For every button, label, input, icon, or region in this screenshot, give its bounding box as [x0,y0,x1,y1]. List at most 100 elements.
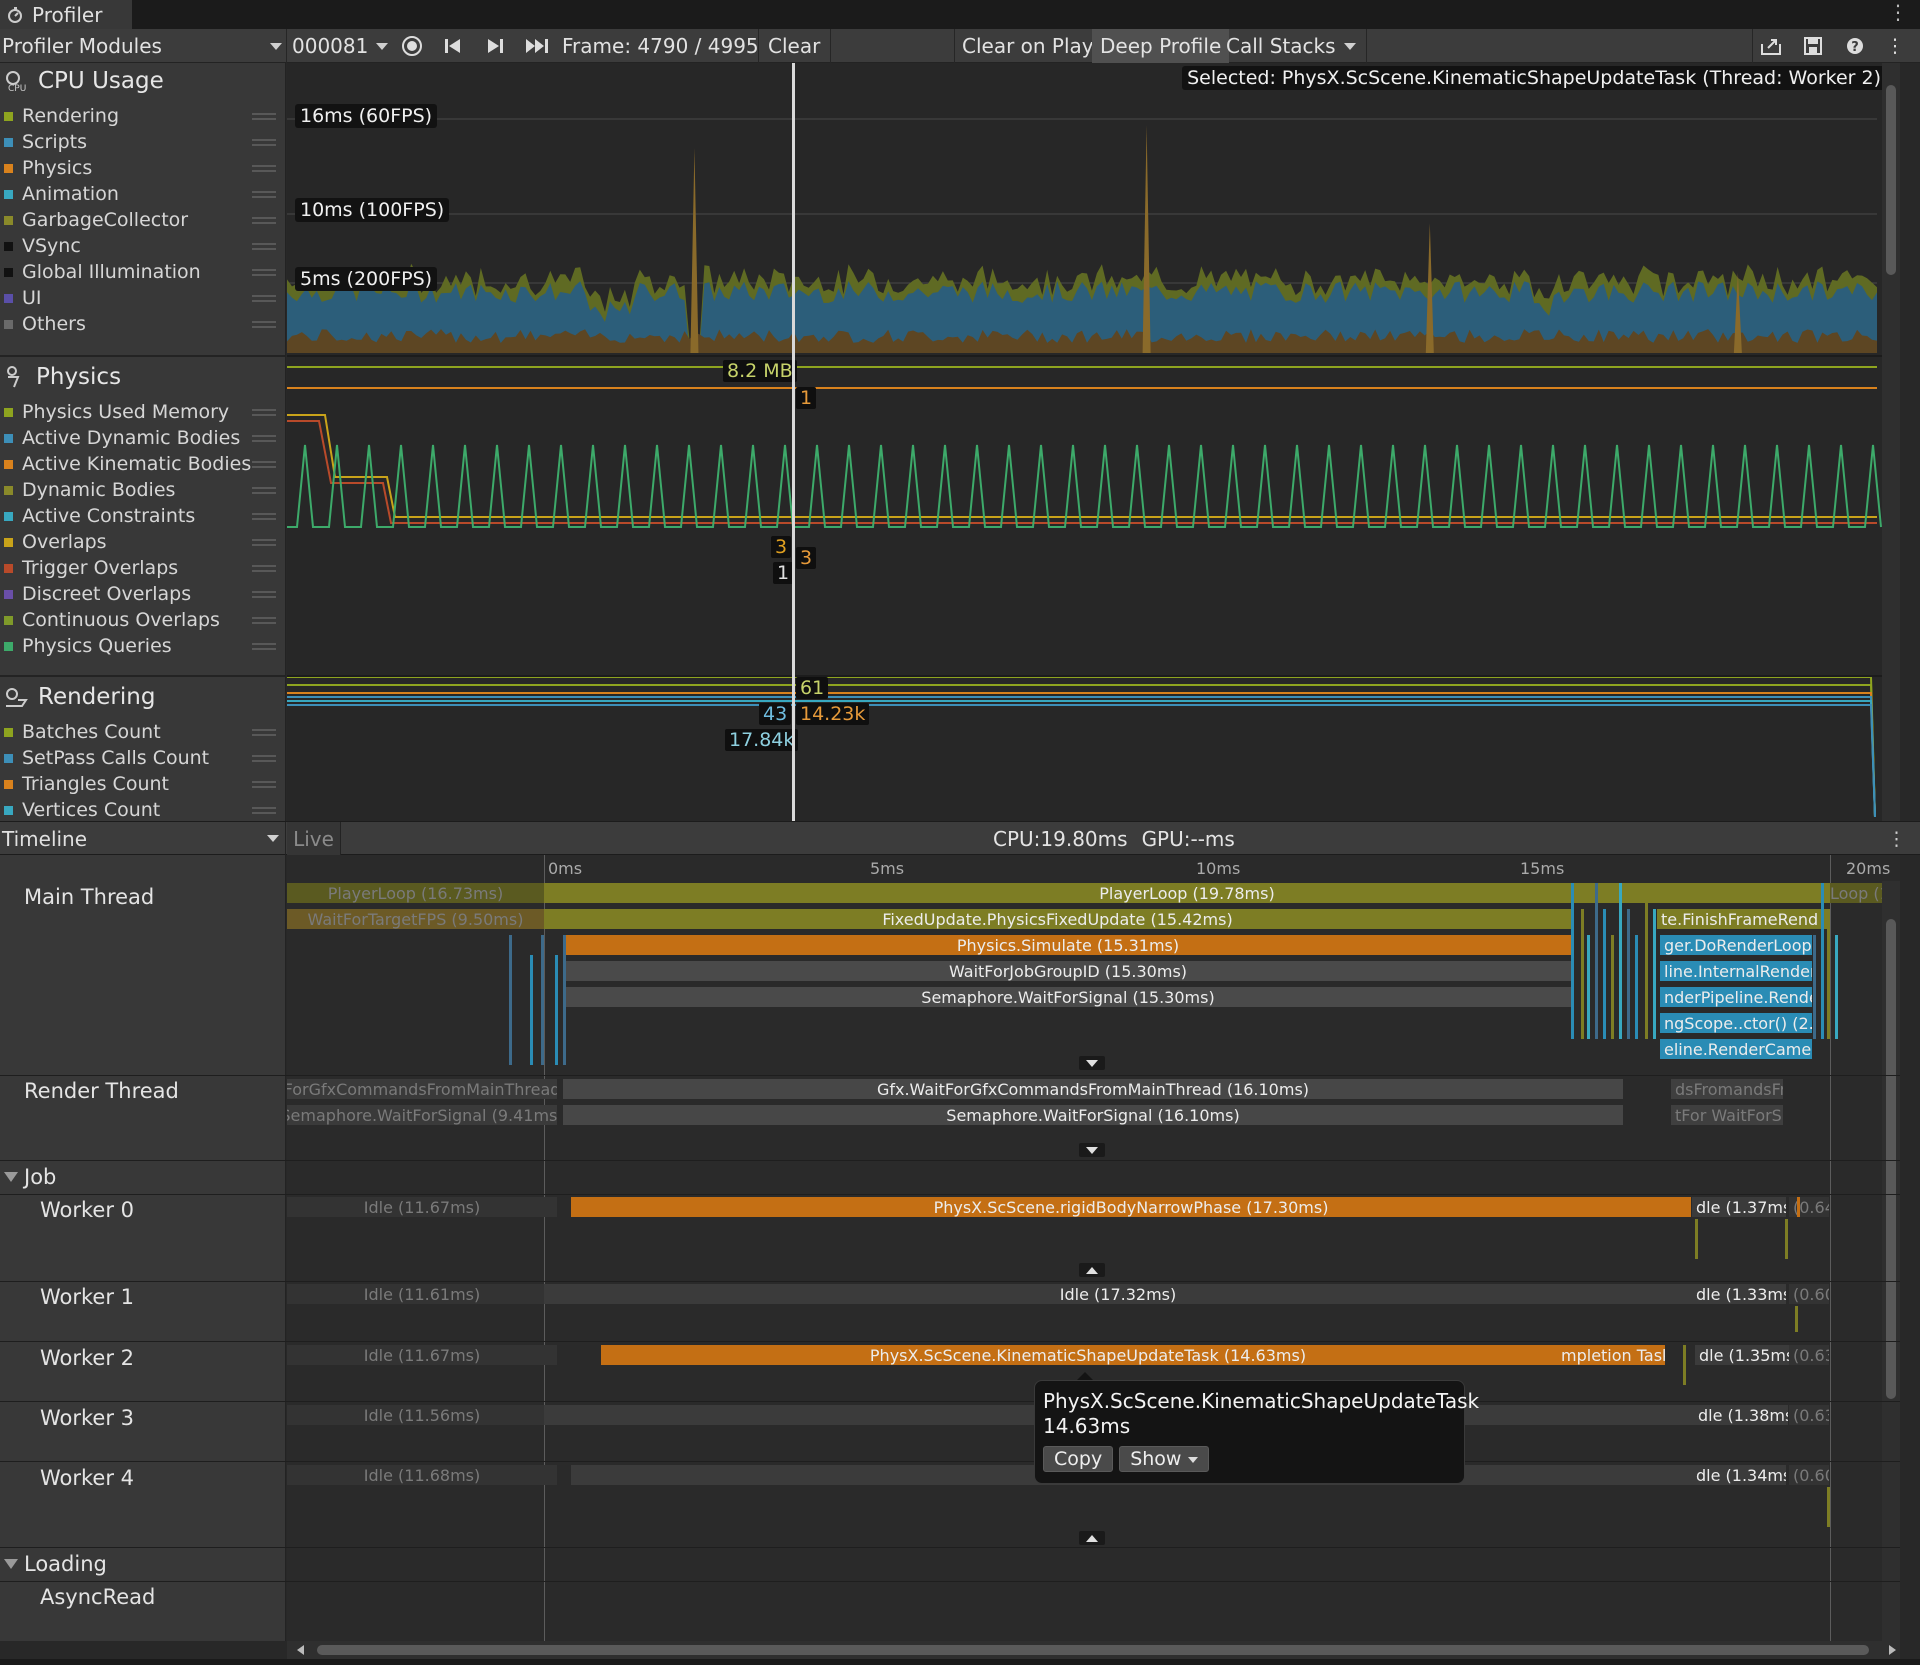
sample-sliver[interactable] [1581,909,1584,1039]
load-icon[interactable] [1756,29,1786,63]
worker4-idle-prev[interactable]: Idle (11.68ms) [287,1465,557,1485]
call-stacks-toggle[interactable]: Call Stacks [1226,29,1335,63]
live-toggle[interactable]: Live [287,822,341,855]
rendering-module-header[interactable]: Rendering [0,681,286,713]
sample-sliver[interactable] [1653,909,1656,1039]
render-sem-bar[interactable]: Semaphore.WaitForSignal (16.10ms) [563,1105,1623,1125]
sample-sliver[interactable] [1821,883,1824,1039]
cpu-legend-item[interactable]: Rendering [4,103,282,129]
physics-module-header[interactable]: Physics [0,361,286,393]
render-thread-expand-icon[interactable] [1079,1143,1105,1157]
main-thread-expand-icon[interactable] [1079,1056,1105,1070]
worker3-idle-tail[interactable]: dle (1.38ms [1694,1405,1788,1425]
sample-sliver[interactable] [1627,909,1630,1039]
prev-gfx-bar[interactable]: ForGfxCommandsFromMainThread [287,1079,557,1099]
drag-handle-icon[interactable] [252,728,276,736]
drag-handle-icon[interactable] [252,564,276,572]
thread-asyncread[interactable]: AsyncRead [40,1585,155,1609]
cpu-legend-item[interactable]: VSync [4,233,282,259]
sample-sliver[interactable] [1587,935,1590,1039]
sample-sliver[interactable] [1827,909,1830,1039]
sample-sliver[interactable] [1619,883,1622,1039]
cpu-legend-item[interactable]: Others [4,311,282,337]
sample-sliver[interactable] [1611,935,1614,1039]
sample-sliver[interactable] [563,935,566,1065]
worker2-kinematic-task-bar[interactable]: PhysX.ScScene.KinematicShapeUpdateTask (… [601,1345,1575,1365]
drag-handle-icon[interactable] [252,434,276,442]
profiler-modules-dropdown[interactable]: Profiler Modules [2,29,282,63]
worker1-idle-bar[interactable]: Idle (17.32ms) [544,1284,1692,1304]
worker0-idle-tail[interactable]: dle (1.37ms [1692,1197,1786,1217]
worker1-idle-tail[interactable]: dle (1.33ms [1692,1284,1786,1304]
sample-sliver[interactable] [1797,1197,1800,1217]
graph-scrollbar[interactable] [1882,63,1900,821]
sample-sliver[interactable] [1603,909,1606,1039]
drag-handle-icon[interactable] [252,460,276,468]
physics-legend-item[interactable]: Physics Used Memory [4,399,282,425]
cpu-usage-chart[interactable] [287,63,1900,355]
rendering-legend-item[interactable]: Batches Count [4,719,282,745]
drag-handle-icon[interactable] [252,164,276,172]
toolbar-menu-icon[interactable]: ⋮ [1880,29,1910,63]
next-frame-icon[interactable] [482,29,508,63]
prev-render-sem-bar[interactable]: Semaphore.WaitForSignal (9.41ms) [287,1105,557,1125]
drag-handle-icon[interactable] [252,538,276,546]
dorenderloop-bar[interactable]: ger.DoRenderLoop [1660,935,1812,955]
job-collapse-icon[interactable] [1079,1263,1105,1277]
cpu-legend-item[interactable]: Global Illumination [4,259,282,285]
group-loading[interactable]: Loading [4,1552,107,1576]
drag-handle-icon[interactable] [252,806,276,814]
worker1-idle-tail2[interactable]: (0.60 [1789,1284,1829,1304]
drag-handle-icon[interactable] [252,242,276,250]
attach-target-dropdown[interactable]: 000081 [292,29,388,63]
timeline-hscroll[interactable] [287,1641,1900,1659]
record-icon[interactable] [398,29,426,63]
waitforjobgroup-bar[interactable]: WaitForJobGroupID (15.30ms) [565,961,1571,981]
timeline-vscroll[interactable] [1882,881,1900,1641]
thread-worker-0[interactable]: Worker 0 [40,1198,134,1222]
sample-sliver[interactable] [555,955,558,1065]
drag-handle-icon[interactable] [252,642,276,650]
window-menu-icon[interactable]: ⋮ [1888,0,1908,24]
cpu-legend-item[interactable]: Animation [4,181,282,207]
sample-sliver[interactable] [1835,935,1838,1039]
sample-sliver[interactable] [1645,883,1648,1039]
drag-handle-icon[interactable] [252,486,276,494]
worker3-idle-tail2[interactable]: (0.63 [1789,1405,1829,1425]
physics-legend-item[interactable]: Trigger Overlaps [4,555,282,581]
physics-legend-item[interactable]: Discreet Overlaps [4,581,282,607]
render-tail-1[interactable]: dsFromandsFrom [1671,1079,1783,1099]
sample-sliver[interactable] [530,955,533,1065]
thread-worker-1[interactable]: Worker 1 [40,1285,134,1309]
drag-handle-icon[interactable] [252,190,276,198]
drag-handle-icon[interactable] [252,590,276,598]
selected-frame-cursor[interactable] [792,63,795,821]
cpu-legend-item[interactable]: Physics [4,155,282,181]
deep-profile-toggle[interactable]: Deep Profile [1092,29,1230,63]
rendering-legend-item[interactable]: Triangles Count [4,771,282,797]
clear-on-play-toggle[interactable]: Clear on Play [962,29,1094,63]
drag-handle-icon[interactable] [252,294,276,302]
playerloop-bar[interactable]: PlayerLoop (19.78ms) [544,883,1830,903]
thread-main[interactable]: Main Thread [24,885,154,909]
help-icon[interactable]: ? [1840,29,1870,63]
timeline-menu-icon[interactable]: ⋮ [1887,822,1906,855]
physics-chart[interactable] [287,357,1900,675]
drag-handle-icon[interactable] [252,408,276,416]
cpu-legend-item[interactable]: Scripts [4,129,282,155]
scope-ctor-bar[interactable]: ngScope..ctor() (2. [1660,1013,1812,1033]
save-icon[interactable] [1798,29,1828,63]
sample-sliver[interactable] [509,935,512,1065]
tooltip-show-button[interactable]: Show [1119,1446,1209,1472]
physics-legend-item[interactable]: Dynamic Bodies [4,477,282,503]
worker0-narrowphase-bar[interactable]: PhysX.ScScene.rigidBodyNarrowPhase (17.3… [571,1197,1691,1217]
semaphore-waitforsignal-bar[interactable]: Semaphore.WaitForSignal (15.30ms) [565,987,1571,1007]
sample-sliver[interactable] [1795,1306,1798,1332]
sample-sliver[interactable] [1571,883,1574,1039]
rendering-legend-item[interactable]: Vertices Count [4,797,282,823]
drag-handle-icon[interactable] [252,616,276,624]
physics-simulate-bar[interactable]: Physics.Simulate (15.31ms) [565,935,1571,955]
profiler-tab[interactable]: Profiler [0,0,132,29]
previous-frame-icon[interactable] [440,29,466,63]
sample-sliver[interactable] [1785,1219,1788,1259]
